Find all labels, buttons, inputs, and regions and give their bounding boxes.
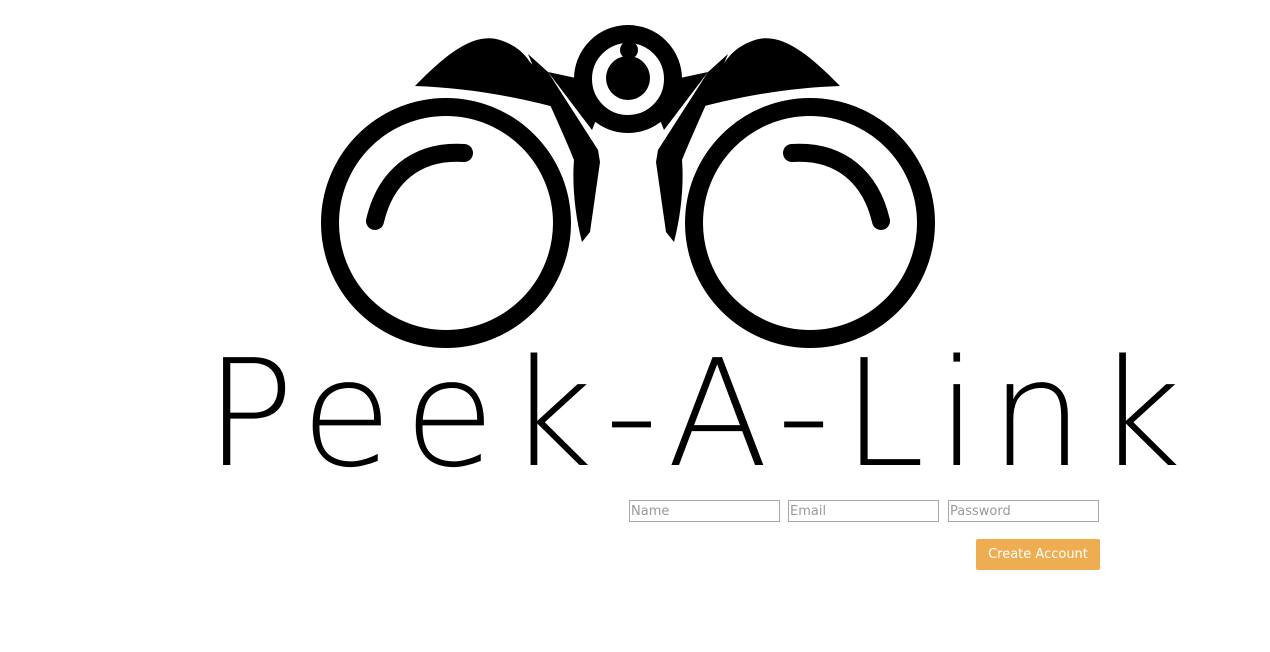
email-input[interactable] [788,500,939,522]
right-lens [685,98,935,348]
hinge-pin [606,56,650,100]
password-input[interactable] [948,500,1099,522]
signup-form: Create Account [629,500,1100,572]
brand-title: Peek-A-Link [205,328,1194,500]
left-lens-glint [366,143,473,230]
name-input[interactable] [629,500,780,522]
left-lens [321,98,571,348]
hinge-knob [620,41,638,59]
create-account-button[interactable]: Create Account [976,539,1100,570]
right-lens-glint [783,143,890,230]
